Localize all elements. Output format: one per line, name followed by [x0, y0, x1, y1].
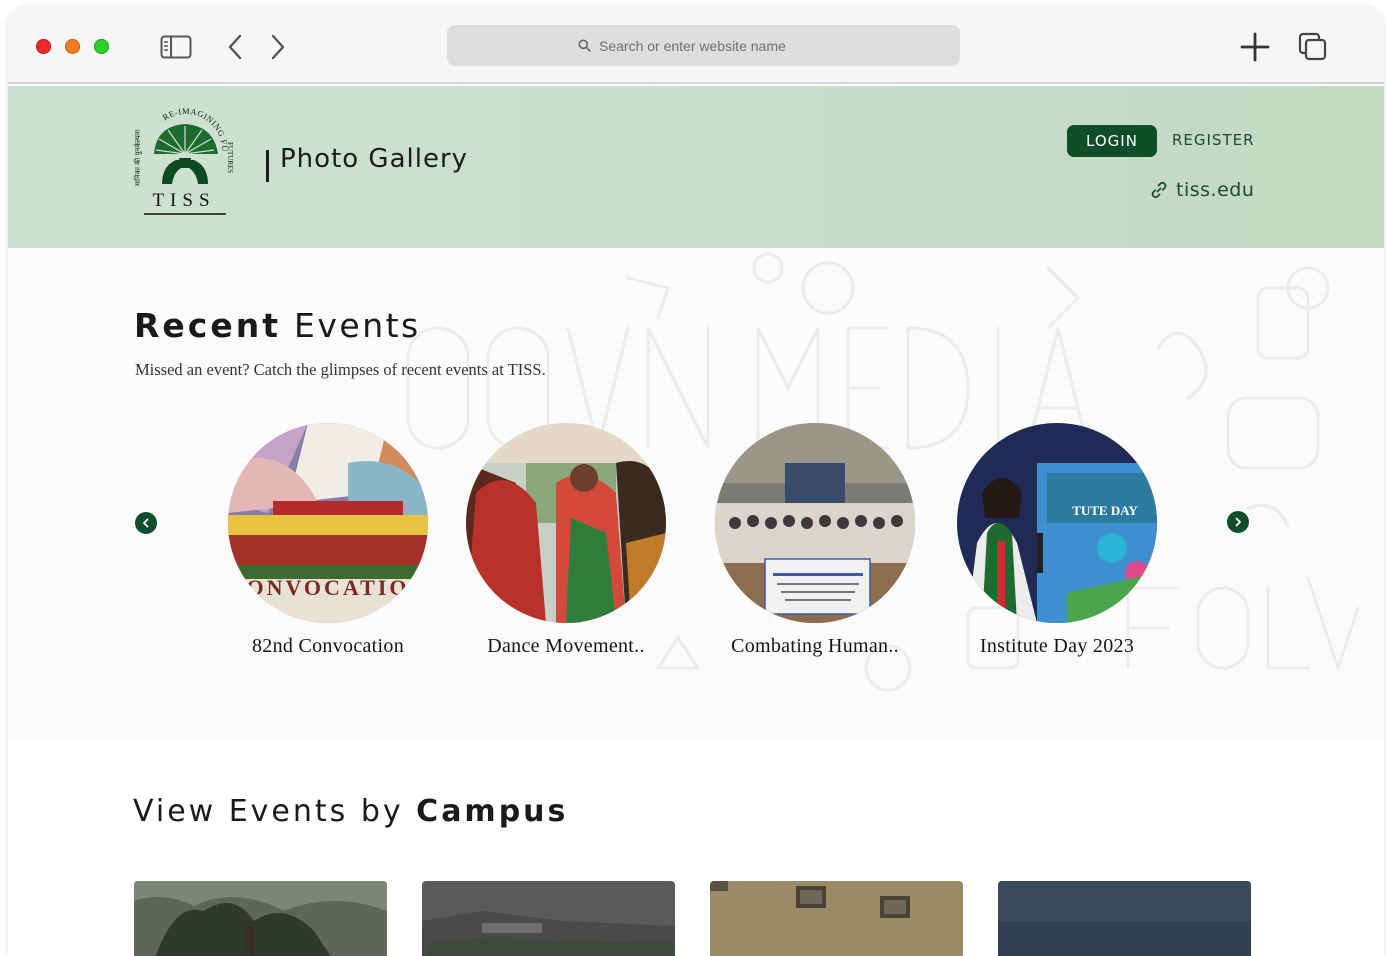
address-input[interactable] — [599, 37, 829, 54]
campus-photo — [422, 881, 675, 956]
campus-card[interactable] — [998, 881, 1251, 956]
sidebar-icon — [160, 35, 192, 59]
login-button[interactable]: LOGIN — [1067, 125, 1157, 157]
browser-toolbar — [8, 8, 1384, 84]
tabs-icon — [1298, 32, 1327, 61]
address-bar[interactable] — [447, 25, 960, 66]
event-photo — [466, 423, 666, 623]
close-window-button[interactable] — [36, 39, 51, 54]
svg-text:मानिका की पुनर्कल्पना: मानिका की पुनर्कल्पना — [133, 129, 142, 186]
event-card[interactable]: Combating Human.. — [705, 423, 925, 658]
campus-section-title: View Events by Campus — [133, 794, 569, 829]
event-photo — [715, 423, 915, 623]
link-icon — [1151, 181, 1167, 199]
forward-button[interactable] — [261, 30, 295, 64]
campus-photo — [998, 881, 1251, 956]
svg-text:TUTE DAY: TUTE DAY — [1072, 503, 1138, 518]
sidebar-toggle-button[interactable] — [159, 30, 193, 64]
campus-card[interactable] — [134, 881, 387, 956]
tab-overview-button[interactable] — [1296, 30, 1330, 64]
svg-text:FUTURES: FUTURES — [226, 142, 234, 173]
tiss-logo[interactable]: RE-IMAGINING FUTURES — [129, 98, 236, 218]
chevron-left-icon — [143, 518, 149, 528]
chevron-right-icon — [1235, 517, 1241, 527]
recent-events-section: Recent Events Missed an event? Catch the… — [8, 248, 1384, 738]
search-icon — [578, 39, 591, 52]
chevron-right-icon — [271, 34, 285, 60]
carousel-next-button[interactable] — [1227, 511, 1249, 533]
event-photo: TUTE DAY — [957, 423, 1157, 623]
campus-card[interactable] — [422, 881, 675, 956]
campus-card[interactable] — [710, 881, 963, 956]
campus-photo — [710, 881, 963, 956]
back-button[interactable] — [218, 30, 252, 64]
register-link[interactable]: REGISTER — [1172, 131, 1255, 149]
svg-text:TISS: TISS — [152, 190, 215, 211]
event-photo: ONVOCATIO — [228, 423, 428, 623]
recent-events-subtitle: Missed an event? Catch the glimpses of r… — [135, 360, 546, 379]
event-label: Institute Day 2023 — [979, 635, 1135, 657]
event-label: Dance Movement.. — [487, 635, 645, 657]
new-tab-button[interactable] — [1238, 30, 1272, 64]
event-card[interactable]: Dance Movement.. — [456, 423, 676, 658]
tiss-website-link[interactable]: tiss.edu — [1150, 179, 1254, 201]
browser-window: RE-IMAGINING FUTURES — [8, 8, 1384, 956]
campus-photo — [134, 881, 387, 956]
site-header: RE-IMAGINING FUTURES — [8, 86, 1384, 248]
carousel-prev-button[interactable] — [135, 512, 157, 534]
site-link-label: tiss.edu — [1176, 179, 1255, 201]
plus-icon — [1240, 32, 1270, 62]
event-label: Combating Human.. — [731, 635, 899, 657]
tree-logo-icon: RE-IMAGINING FUTURES — [129, 98, 234, 215]
recent-events-title: Recent Events — [134, 306, 421, 345]
page-title: Photo Gallery — [280, 144, 469, 174]
event-card[interactable]: TUTE DAY Institute Day 2023 — [947, 423, 1167, 658]
event-card[interactable]: ONVOCATIO 82nd Convocation — [218, 423, 438, 658]
svg-text:ONVOCATIO: ONVOCATIO — [246, 575, 409, 600]
title-divider — [266, 150, 269, 182]
chevron-left-icon — [228, 34, 242, 60]
event-label: 82nd Convocation — [251, 635, 404, 657]
maximize-window-button[interactable] — [94, 39, 109, 54]
minimize-window-button[interactable] — [65, 39, 80, 54]
